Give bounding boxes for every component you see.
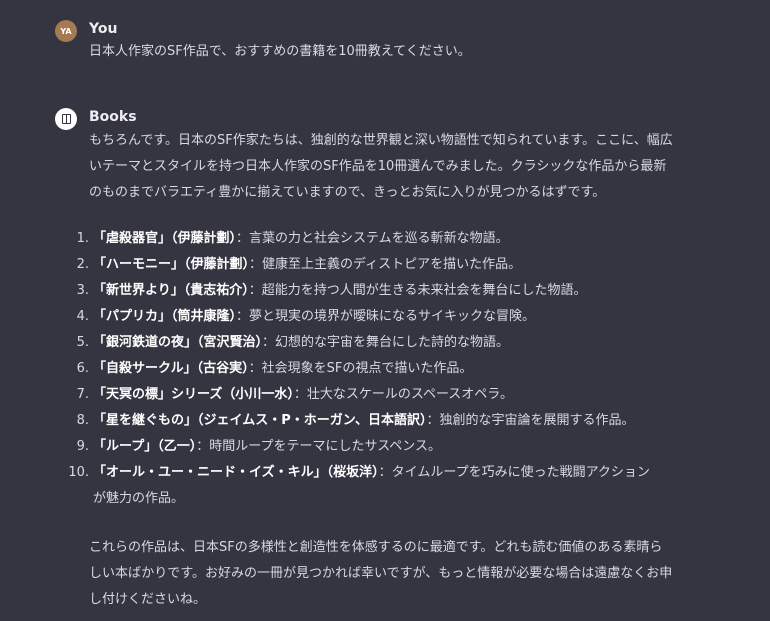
- book-title: 「虐殺器官」（伊藤計劃）: [93, 231, 237, 246]
- book-list-item: 6. 「自殺サークル」（古谷実）：社会現象をSFの視点で描いた作品。: [60, 356, 680, 382]
- book-entry: 「虐殺器官」（伊藤計劃）：言葉の力と社会システムを巡る斬新な物語。: [93, 226, 658, 252]
- book-description: ：社会現象をSFの視点で描いた作品。: [248, 361, 473, 376]
- book-list-item: 1. 「虐殺器官」（伊藤計劃）：言葉の力と社会システムを巡る斬新な物語。: [60, 226, 680, 252]
- chat-transcript: YA You 日本人作家のSF作品で、おすすめの書籍を10冊教えてください。 B…: [0, 0, 770, 621]
- book-description: ：超能力を持つ人間が生きる未来社会を舞台にした物語。: [248, 283, 587, 298]
- book-description: ：言葉の力と社会システムを巡る斬新な物語。: [236, 231, 509, 246]
- book-list-item: 3. 「新世界より」（貴志祐介）：超能力を持つ人間が生きる未来社会を舞台にした物語…: [60, 278, 680, 304]
- book-entry: 「ループ」（乙一）：時間ループをテーマにしたサスペンス。: [93, 434, 658, 460]
- book-description: ：幻想的な宇宙を舞台にした詩的な物語。: [262, 335, 510, 350]
- user-message-text: 日本人作家のSF作品で、おすすめの書籍を10冊教えてください。: [89, 44, 471, 59]
- book-title: 「自殺サークル」（古谷実）: [93, 361, 249, 376]
- book-number: 1.: [76, 231, 89, 246]
- user-author-name: You: [89, 21, 118, 37]
- book-number: 3.: [76, 283, 89, 298]
- book-entry: 「パプリカ」（筒井康隆）：夢と現実の境界が曖昧になるサイキックな冒険。: [93, 304, 658, 330]
- book-list-item: 10. 「オール・ユー・ニード・イズ・キル」（桜坂洋）：タイムループを巧みに使った…: [60, 460, 680, 512]
- book-number: 6.: [76, 361, 89, 376]
- book-list-item: 4. 「パプリカ」（筒井康隆）：夢と現実の境界が曖昧になるサイキックな冒険。: [60, 304, 680, 330]
- book-title: 「ループ」（乙一）: [93, 439, 197, 454]
- user-avatar[interactable]: YA: [55, 20, 77, 42]
- book-title: 「オール・ユー・ニード・イズ・キル」（桜坂洋）: [93, 465, 379, 480]
- book-title: 「ハーモニー」（伊藤計劃）: [93, 257, 250, 272]
- book-number: 2.: [76, 257, 89, 272]
- book-entry: 「ハーモニー」（伊藤計劃）：健康至上主義のディストピアを描いた作品。: [93, 252, 658, 278]
- book-number: 10.: [68, 465, 89, 480]
- book-list-item: 5. 「銀河鉄道の夜」（宮沢賢治）：幻想的な宇宙を舞台にした詩的な物語。: [60, 330, 680, 356]
- book-title: 「銀河鉄道の夜」（宮沢賢治）: [93, 335, 263, 350]
- book-number: 7.: [76, 387, 89, 402]
- book-title: 「天冥の標」シリーズ（小川一水）: [93, 387, 294, 402]
- book-entry: 「天冥の標」シリーズ（小川一水）：壮大なスケールのスペースオペラ。: [93, 382, 658, 408]
- book-description: ：健康至上主義のディストピアを描いた作品。: [249, 257, 522, 272]
- book-list-item: 7. 「天冥の標」シリーズ（小川一水）：壮大なスケールのスペースオペラ。: [60, 382, 680, 408]
- book-description: ：独創的な宇宙論を展開する作品。: [426, 413, 635, 428]
- book-list-item: 8. 「星を継ぐもの」（ジェイムス・P・ホーガン、日本語訳）：独創的な宇宙論を展開…: [60, 408, 680, 434]
- book-description: ：壮大なスケールのスペースオペラ。: [293, 387, 514, 402]
- book-entry: 「自殺サークル」（古谷実）：社会現象をSFの視点で描いた作品。: [93, 356, 658, 382]
- book-description: ：夢と現実の境界が曖昧になるサイキックな冒険。: [236, 309, 536, 324]
- book-title: 「パプリカ」（筒井康隆）: [93, 309, 237, 324]
- book-entry: 「星を継ぐもの」（ジェイムス・P・ホーガン、日本語訳）：独創的な宇宙論を展開する…: [93, 408, 658, 434]
- book-entry: 「銀河鉄道の夜」（宮沢賢治）：幻想的な宇宙を舞台にした詩的な物語。: [93, 330, 658, 356]
- book-number: 9.: [76, 439, 89, 454]
- assistant-author-name: Books: [89, 109, 137, 125]
- book-entry: 「新世界より」（貴志祐介）：超能力を持つ人間が生きる未来社会を舞台にした物語。: [93, 278, 658, 304]
- book-list-item: 9. 「ループ」（乙一）：時間ループをテーマにしたサスペンス。: [60, 434, 680, 460]
- book-icon: [61, 114, 71, 124]
- book-title: 「星を継ぐもの」（ジェイムス・P・ホーガン、日本語訳）: [93, 413, 427, 428]
- assistant-avatar[interactable]: [55, 108, 77, 130]
- book-description: ：時間ループをテーマにしたサスペンス。: [196, 439, 442, 454]
- assistant-intro-text: もちろんです。日本のSF作家たちは、独創的な世界観と深い物語性で知られています。…: [89, 133, 673, 200]
- book-title: 「新世界より」（貴志祐介）: [93, 283, 249, 298]
- book-number: 5.: [76, 335, 89, 350]
- book-list-item: 2. 「ハーモニー」（伊藤計劃）：健康至上主義のディストピアを描いた作品。: [60, 252, 680, 278]
- book-list: 1. 「虐殺器官」（伊藤計劃）：言葉の力と社会システムを巡る斬新な物語。 2. 「ハー…: [60, 226, 680, 512]
- book-number: 4.: [76, 309, 89, 324]
- book-number: 8.: [76, 413, 89, 428]
- book-entry: 「オール・ユー・ニード・イズ・キル」（桜坂洋）：タイムループを巧みに使った戦闘ア…: [93, 460, 658, 512]
- assistant-conclusion-text: これらの作品は、日本SFの多様性と創造性を体感するのに最適です。どれも読む価値の…: [89, 540, 673, 607]
